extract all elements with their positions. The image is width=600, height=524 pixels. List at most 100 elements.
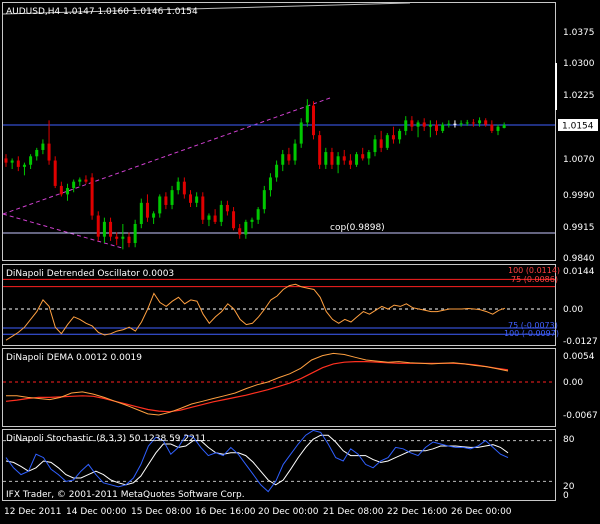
candle-body [299, 122, 303, 144]
stochastic-header: DiNapoli Stochastic (8,3,3) 50.1238 59.2… [6, 434, 206, 444]
candle-body [22, 164, 26, 167]
candle-body [145, 202, 149, 218]
chart-window[interactable]: AUDUSD,H4 1.0147 1.0160 1.0146 1.0154 Di… [0, 0, 600, 520]
time-label-7: 22 Dec 16:00 [387, 507, 448, 517]
candle-body [367, 152, 371, 159]
candle-body [471, 122, 475, 124]
time-label-6: 21 Dec 08:00 [323, 507, 384, 517]
main-pane[interactable] [2, 2, 556, 261]
candle-body [4, 158, 8, 163]
candle-body [127, 236, 131, 244]
candle-body [115, 236, 119, 239]
candle-body [176, 181, 180, 191]
candle-body [182, 181, 186, 195]
candle-body [410, 120, 414, 127]
candle-body [355, 154, 359, 165]
candle-body [416, 122, 420, 127]
candle-body [293, 143, 297, 161]
candle-body [238, 228, 242, 235]
candle-body [435, 124, 438, 131]
candle-body [213, 215, 217, 222]
dema-header: DiNapoli DEMA 0.0012 0.0019 [6, 353, 142, 363]
candle-body [478, 120, 482, 124]
candle-body [170, 190, 174, 205]
candle-body [16, 160, 20, 167]
candle-body [201, 196, 205, 220]
candle-body [490, 124, 494, 131]
candle-body [404, 120, 408, 131]
detrended-level-100-neg: 100 (-0.0097) [504, 329, 559, 338]
candle-body [225, 204, 229, 212]
candle-body [158, 196, 162, 214]
candle-body [109, 221, 113, 237]
candle-body [102, 221, 106, 237]
candle-body [441, 124, 445, 131]
candle-body [59, 185, 63, 195]
candle-body [348, 160, 352, 165]
candle-body [164, 196, 168, 205]
candle-body [121, 236, 125, 239]
candle-body [379, 139, 383, 148]
price-label-1: 1.0375 [563, 28, 595, 38]
candle-body [465, 122, 469, 124]
candle-body [29, 156, 33, 165]
time-label-8: 26 Dec 00:00 [451, 507, 512, 517]
candle-body [10, 160, 14, 163]
detrended-level-100-pos: 100 (0.0114) [508, 266, 560, 275]
candle-body [262, 190, 266, 210]
candle-body [361, 154, 365, 159]
candle-body [139, 202, 143, 224]
candle-body [287, 154, 291, 161]
candle-body [90, 177, 94, 216]
candle-body [502, 125, 506, 128]
detrended-level-75-pos: 75 (0.0086) [511, 275, 558, 284]
candle-body [268, 177, 272, 191]
candle-body [391, 135, 395, 140]
candle-body [189, 194, 192, 203]
cop-label: cop(0.9898) [330, 223, 385, 233]
candle-body [447, 123, 451, 125]
candle-body [133, 223, 137, 244]
current-price-text: 1.0154 [562, 122, 594, 132]
detrended-axis-top: 0.0144 [563, 267, 595, 277]
candle-body [256, 209, 260, 220]
detrended-series-line [5, 283, 506, 341]
price-label-2: 1.0300 [563, 59, 595, 69]
candle-body [78, 179, 82, 182]
candle-body [84, 179, 88, 182]
candle-body [96, 215, 100, 237]
candle-body [41, 143, 45, 150]
candle-body [72, 181, 76, 189]
candle-body [318, 135, 322, 165]
candle-body [275, 164, 279, 178]
candle-body [398, 130, 402, 140]
candle-body [281, 154, 285, 165]
candle-body [47, 143, 51, 161]
candle-body [342, 156, 346, 161]
dema-axis-top: 0.0054 [563, 352, 595, 362]
dema-axis-bottom: -0.0067 [563, 411, 598, 421]
candle-body [373, 139, 377, 153]
candle-body [35, 149, 39, 157]
stochastic-axis-80: 80 [563, 435, 575, 445]
time-label-5: 20 Dec 00:00 [258, 507, 319, 517]
price-label-3: 1.0225 [563, 91, 595, 101]
candle-body [195, 196, 199, 203]
detrended-axis-zero: 0.00 [563, 305, 583, 315]
candle-body [305, 105, 309, 123]
candle-body [496, 126, 500, 131]
chart-canvas[interactable]: AUDUSD,H4 1.0147 1.0160 1.0146 1.0154 Di… [0, 0, 600, 520]
candle-body [330, 152, 334, 165]
time-axis: 12 Dec 2011 14 Dec 00:00 15 Dec 08:00 16… [4, 507, 512, 517]
detrended-axis-bottom: -0.0127 [563, 337, 598, 347]
candle-body [53, 160, 57, 186]
candle-body [484, 120, 488, 125]
candle-body [385, 135, 389, 148]
candle-body [312, 105, 315, 136]
time-label-2: 14 Dec 00:00 [66, 507, 127, 517]
price-label-5: 1.0070 [563, 155, 595, 165]
price-label-7: 0.9915 [563, 223, 595, 233]
time-label-1: 12 Dec 2011 [4, 507, 62, 517]
candle-body [250, 219, 254, 222]
stochastic-axis-0: 0 [563, 491, 569, 501]
